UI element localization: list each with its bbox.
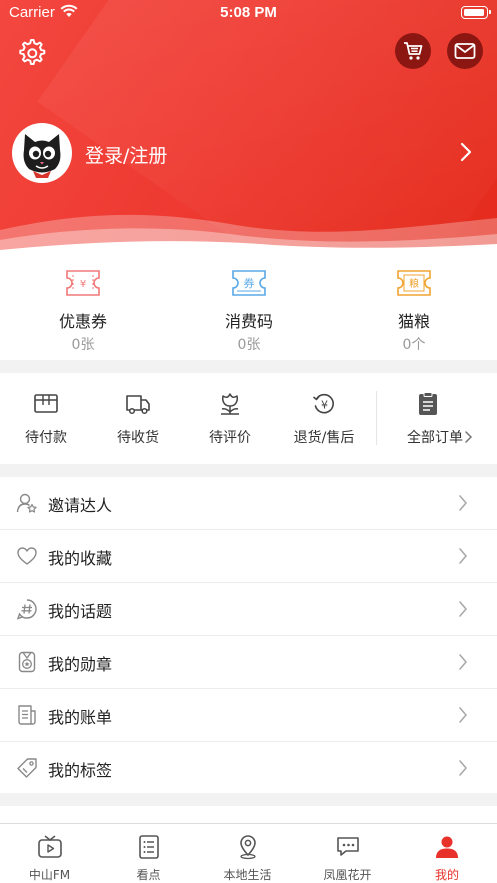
bottom-tab-bar: 中山FM 看点 本地生活 凤凰花开 我的 [0,823,497,883]
delivery-truck-icon [126,395,150,415]
menu-item-tags[interactable]: 我的标签 [0,742,497,795]
order-status-bar: 待付款 待收货 待评价 ¥ 退货/售后 全部订单 [0,373,497,464]
chevron-right-icon [459,601,468,617]
tab-phoenix-blossom[interactable]: 凤凰花开 [298,824,397,883]
heart-icon [17,547,37,565]
list-doc-icon [139,835,159,859]
cat-avatar-icon [15,126,69,180]
menu-item-medals[interactable]: 我的勋章 [0,636,497,689]
menu-item-bills[interactable]: 我的账单 [0,689,497,742]
login-register-label[interactable]: 登录/注册 [85,141,167,168]
profile-header: Carrier 5:08 PM 登录/注册 [0,0,497,258]
coupon-badge: ¥ [80,279,86,290]
svg-text:¥: ¥ [321,399,328,412]
header-wave [0,214,497,258]
user-icon [436,836,458,858]
cat-food-icon: 粮 [397,270,431,296]
asset-name: 优惠券 [58,312,107,331]
asset-count: 0张 [71,337,95,353]
coupon-icon: ¥ [66,270,100,296]
order-label: 待评价 [209,430,251,446]
status-bar: Carrier 5:08 PM [0,0,497,26]
order-pending-delivery[interactable]: 待收货 [92,373,184,464]
chevron-right-icon [459,707,468,723]
chevron-right-icon [459,760,468,776]
tab-zhongshan-fm[interactable]: 中山FM [0,824,99,883]
order-pending-payment[interactable]: 待付款 [0,373,92,464]
all-orders-link[interactable]: 全部订单 [384,373,497,464]
review-flower-icon [221,393,239,415]
order-divider [376,391,377,445]
menu-label: 我的勋章 [48,655,113,674]
menu-label: 邀请达人 [48,496,113,515]
menu-label: 我的收藏 [48,549,113,568]
order-label: 待付款 [25,430,67,446]
chat-bubble-icon [337,837,359,856]
asset-name: 消费码 [224,312,273,331]
consumption-code-icon: 券 [232,270,266,296]
invite-user-icon [16,493,37,513]
tag-icon [17,758,37,778]
tab-label: 看点 [136,868,161,882]
chevron-right-icon [459,495,468,511]
profile-login-row[interactable]: 登录/注册 [12,123,487,185]
order-label: 待收货 [117,430,159,446]
mail-icon [454,43,476,59]
menu-label: 我的账单 [48,708,113,727]
tab-label: 中山FM [28,868,71,882]
tab-local-life[interactable]: 本地生活 [198,824,297,883]
pending-payment-icon [34,394,58,413]
order-refund-aftersale[interactable]: ¥ 退货/售后 [278,373,370,464]
menu-item-invite[interactable]: 邀请达人 [0,477,497,530]
tab-label: 本地生活 [223,868,272,882]
order-label: 全部订单 [407,430,463,446]
menu-label: 我的话题 [48,602,113,621]
bill-icon [18,705,36,725]
tv-icon [38,835,62,858]
chevron-right-icon [465,431,473,443]
cart-button[interactable] [395,33,431,69]
order-label: 退货/售后 [293,430,355,446]
hashtag-icon [16,599,37,620]
avatar[interactable] [12,123,72,183]
refund-icon: ¥ [313,393,334,414]
tab-highlights[interactable]: 看点 [99,824,198,883]
clock: 5:08 PM [220,4,277,21]
menu-item-favorites[interactable]: 我的收藏 [0,530,497,583]
battery-icon [461,6,491,19]
settings-gear-icon[interactable] [16,37,46,67]
order-pending-review[interactable]: 待评价 [184,373,276,464]
chevron-right-icon [460,142,472,162]
shopping-cart-icon [404,42,423,60]
wallet-assets: ¥ 优惠券 0张 券 消费码 0张 粮 猫粮 0个 [0,258,497,360]
tab-mine[interactable]: 我的 [397,824,497,883]
location-pin-icon [240,835,256,860]
menu-item-topics[interactable]: 我的话题 [0,583,497,636]
menu-label: 我的标签 [48,761,113,780]
chevron-right-icon [459,548,468,564]
asset-count: 0张 [237,337,261,353]
cat-food-badge: 粮 [409,277,419,290]
tab-label: 凤凰花开 [323,868,372,882]
medal-icon [18,651,36,673]
all-orders-clipboard-icon [419,392,437,415]
chevron-right-icon [459,654,468,670]
tab-label: 我的 [434,868,459,882]
asset-count: 0个 [402,337,426,353]
menu-list: 邀请达人 我的收藏 我的话题 我的勋章 我的账单 我的标签 [0,477,497,793]
asset-name: 猫粮 [397,312,430,331]
consumption-code-badge: 券 [244,276,255,290]
messages-button[interactable] [447,33,483,69]
